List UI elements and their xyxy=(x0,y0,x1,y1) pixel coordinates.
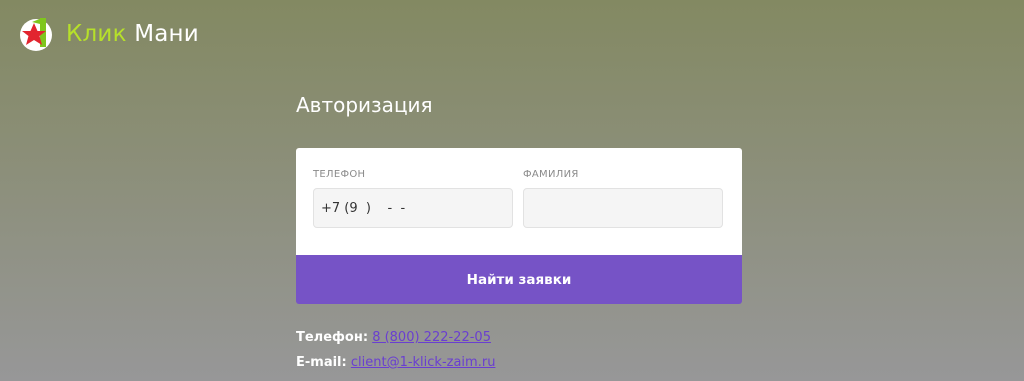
contact-email-row: E-mail: client@1-klick-zaim.ru xyxy=(296,350,495,375)
logo-star-icon xyxy=(18,15,56,53)
phone-field-group: Телефон xyxy=(313,169,513,228)
surname-field-group: Фамилия xyxy=(523,169,723,228)
contact-phone-row: Телефон: 8 (800) 222-22-05 xyxy=(296,325,495,350)
page-title: Авторизация xyxy=(296,93,433,117)
phone-field-label: Телефон xyxy=(313,169,366,180)
contact-info: Телефон: 8 (800) 222-22-05 E-mail: clien… xyxy=(296,325,495,375)
surname-input[interactable] xyxy=(523,188,723,228)
login-form-card: Телефон Фамилия xyxy=(296,148,742,256)
phone-input[interactable] xyxy=(313,188,513,228)
contact-email-label: E-mail: xyxy=(296,355,347,370)
contact-email-link[interactable]: client@1-klick-zaim.ru xyxy=(351,355,496,370)
surname-field-label: Фамилия xyxy=(523,169,579,180)
logo-text: Клик Мани xyxy=(66,21,199,47)
logo-text-accent: Клик xyxy=(66,21,127,47)
contact-phone-link[interactable]: 8 (800) 222-22-05 xyxy=(372,330,491,345)
contact-phone-label: Телефон: xyxy=(296,330,369,345)
find-applications-button[interactable]: Найти заявки xyxy=(296,255,742,304)
logo-text-rest: Мани xyxy=(134,21,199,47)
site-logo[interactable]: Клик Мани xyxy=(18,15,199,53)
